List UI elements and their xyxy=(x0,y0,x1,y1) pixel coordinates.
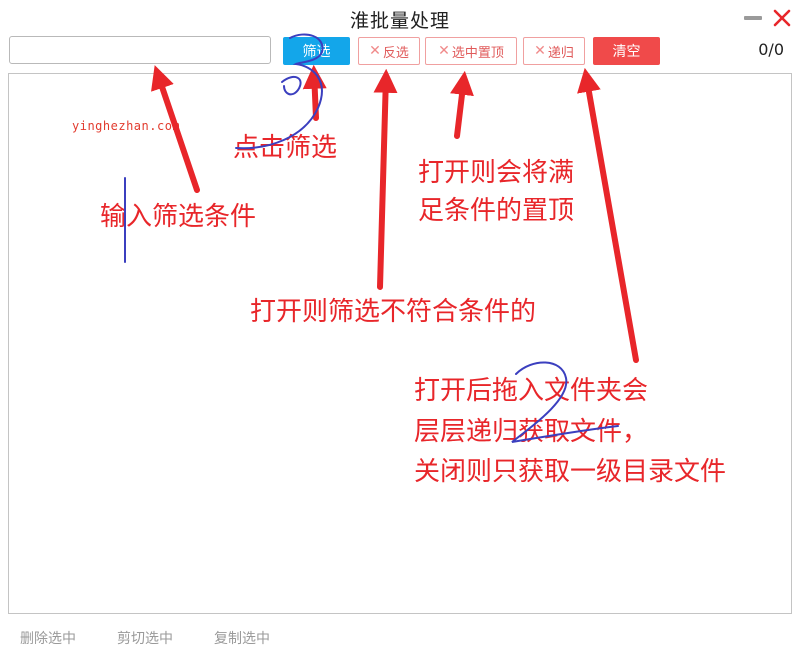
note-input-condition: 输入筛选条件 xyxy=(100,202,257,232)
search-input[interactable] xyxy=(9,36,271,64)
note-invert: 打开则筛选不符合条件的 xyxy=(250,297,537,327)
title-bar: 淮批量处理 xyxy=(0,0,800,34)
note-recursive-line-1: 打开后拖入文件夹会 xyxy=(414,376,649,406)
note-click-filter: 点击筛选 xyxy=(233,133,338,163)
window-title: 淮批量处理 xyxy=(349,10,450,32)
pin-selected-toggle-button[interactable]: ✕ 选中置顶 xyxy=(425,37,517,65)
invert-label: 反选 xyxy=(382,45,409,61)
note-recursive-line-2: 层层递归获取文件， xyxy=(414,417,649,447)
x-icon: ✕ xyxy=(534,43,546,59)
watermark-text: yinghezhan.com xyxy=(72,119,181,133)
minimize-icon[interactable] xyxy=(744,16,762,20)
file-counter: 0/0 xyxy=(758,40,784,59)
filter-button[interactable]: 筛选 xyxy=(283,37,350,65)
close-icon[interactable] xyxy=(772,8,792,28)
note-pin-line-2: 足条件的置顶 xyxy=(418,196,575,226)
note-recursive-line-3: 关闭则只获取一级目录文件 xyxy=(414,457,727,487)
x-icon: ✕ xyxy=(438,43,450,59)
delete-selected-button[interactable]: 删除选中 xyxy=(20,628,76,648)
file-list-area[interactable] xyxy=(8,73,792,614)
x-icon: ✕ xyxy=(369,43,381,59)
note-pin-line-1: 打开则会将满 xyxy=(418,158,575,188)
recursive-toggle-button[interactable]: ✕ 递归 xyxy=(523,37,585,65)
cut-selected-button[interactable]: 剪切选中 xyxy=(117,628,173,648)
pin-label: 选中置顶 xyxy=(451,45,504,61)
invert-toggle-button[interactable]: ✕ 反选 xyxy=(358,37,420,65)
copy-selected-button[interactable]: 复制选中 xyxy=(214,628,270,648)
clear-button[interactable]: 清空 xyxy=(593,37,660,65)
recursive-label: 递归 xyxy=(547,45,574,61)
